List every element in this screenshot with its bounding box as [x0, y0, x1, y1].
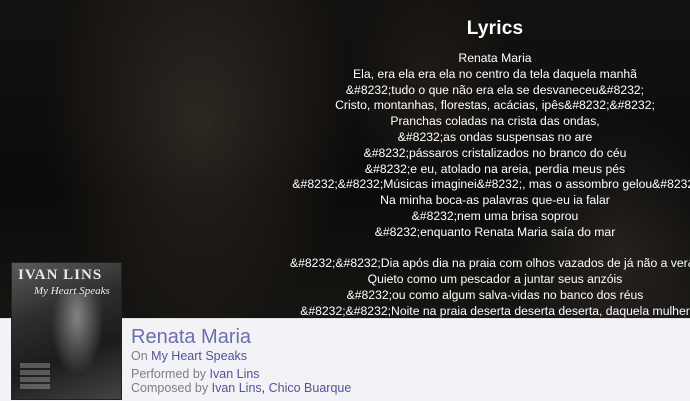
lyric-line: &#8232;nem uma brisa soprou — [411, 208, 579, 223]
cover-credits — [20, 363, 50, 391]
cover-title-text: My Heart Speaks — [34, 285, 110, 297]
performer-line: Performed by Ivan Lins — [131, 367, 260, 381]
lyric-line: &#8232;ou como algum salva-vidas no banc… — [346, 287, 644, 302]
cover-artwork-figure — [52, 293, 102, 373]
performed-by-label: Performed by — [131, 367, 207, 381]
album-cover[interactable]: IVAN LINS My Heart Speaks — [11, 262, 122, 400]
lyric-line: &#8232;&#8232;Músicas imaginei&#8232;, m… — [292, 177, 690, 192]
composer-link[interactable]: Chico Buarque — [269, 381, 352, 395]
lyric-line: &#8232;tudo o que não era ela se desvane… — [345, 82, 645, 97]
lyric-line-blank — [290, 241, 690, 257]
lyric-line: Na minha boca-as palavras que-eu ia fala… — [380, 193, 610, 208]
cover-artist-text: IVAN LINS — [18, 267, 103, 283]
composer-line: Composed by Ivan Lins, Chico Buarque — [131, 381, 351, 395]
composed-by-label: Composed by — [131, 381, 209, 395]
lyric-line: Renata Maria — [458, 51, 532, 65]
lyrics-panel[interactable]: Lyrics Renata Maria Ela, era ela era ela… — [290, 0, 690, 318]
album-link[interactable]: My Heart Speaks — [151, 349, 247, 363]
lyric-line: Ela, era ela era ela no centro da tela d… — [353, 66, 637, 81]
lyric-line: &#8232;as ondas suspensas no are — [397, 129, 593, 144]
album-prefix: On — [131, 349, 148, 363]
lyric-line: Quieto como um pescador a juntar seus an… — [367, 272, 623, 287]
lyrics-body: Renata Maria Ela, era ela era ela no cen… — [290, 51, 690, 318]
lyric-line: &#8232;pássaros cristalizados no branco … — [363, 145, 627, 160]
song-title[interactable]: Renata Maria — [131, 326, 251, 349]
composer-separator: , — [261, 381, 266, 395]
lyric-line: Pranchas coladas na crista das ondas, — [390, 114, 600, 129]
lyric-line: &#8232;e eu, atolado na areia, perdia me… — [364, 161, 626, 176]
lyric-line: &#8232;&#8232;Noite na praia deserta des… — [300, 303, 690, 318]
lyric-line: &#8232;enquanto Renata Maria saía do mar — [374, 224, 616, 239]
composer-link[interactable]: Ivan Lins — [212, 381, 262, 395]
lyrics-heading: Lyrics — [466, 18, 524, 39]
album-line: On My Heart Speaks — [131, 349, 247, 363]
lyric-line: &#8232;&#8232;Dia após dia na praia com … — [290, 256, 690, 271]
lyric-line: Cristo, montanhas, florestas, acácias, i… — [335, 98, 655, 113]
performer-link[interactable]: Ivan Lins — [210, 367, 260, 381]
